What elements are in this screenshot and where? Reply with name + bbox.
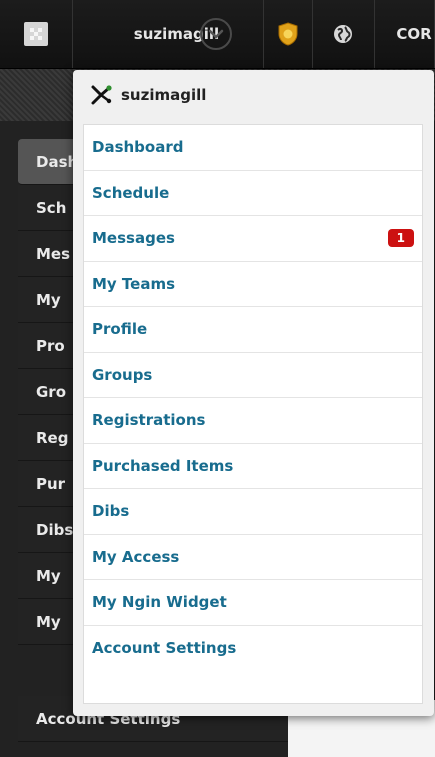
menu-item-label: Registrations — [92, 411, 206, 430]
network-icon — [91, 85, 112, 105]
menu-item-label: Profile — [92, 320, 148, 339]
org-menu-button[interactable]: COR — [374, 0, 435, 68]
menu-item-profile[interactable]: Profile — [84, 307, 422, 353]
logo-button[interactable] — [0, 0, 73, 68]
logo-icon — [24, 22, 48, 46]
menu-item-label: My Teams — [92, 274, 176, 293]
menu-item-label: Purchased Items — [92, 456, 234, 475]
global-network-button[interactable] — [312, 0, 375, 68]
menu-item-label: Dibs — [92, 502, 130, 521]
menu-item-label: Groups — [92, 365, 153, 384]
dropdown-header: suzimagill — [89, 84, 206, 106]
shield-badge-icon — [278, 22, 298, 46]
globe-icon — [334, 25, 352, 43]
menu-item-groups[interactable]: Groups — [84, 353, 422, 398]
menu-item-label: Schedule — [92, 183, 170, 202]
user-dropdown-menu: suzimagill Dashboard Schedule Messages 1… — [73, 70, 434, 716]
menu-item-my-access[interactable]: My Access — [84, 535, 422, 580]
menu-item-schedule[interactable]: Schedule — [84, 171, 422, 216]
menu-item-account-settings[interactable]: Account Settings — [84, 626, 422, 672]
menu-item-purchased-items[interactable]: Purchased Items — [84, 444, 422, 489]
menu-item-my-ngin-widget[interactable]: My Ngin Widget — [84, 580, 422, 626]
user-menu-toggle[interactable]: suzimagill — [72, 0, 264, 68]
org-label: COR — [396, 25, 432, 43]
menu-item-registrations[interactable]: Registrations — [84, 398, 422, 444]
dropdown-list: Dashboard Schedule Messages 1 My Teams P… — [83, 124, 423, 704]
menu-item-label: Account Settings — [92, 639, 237, 658]
top-navigation-bar: suzimagill COR — [0, 0, 435, 69]
menu-item-messages[interactable]: Messages 1 — [84, 216, 422, 262]
menu-item-dibs[interactable]: Dibs — [84, 489, 422, 535]
dropdown-username: suzimagill — [121, 86, 207, 104]
menu-item-my-teams[interactable]: My Teams — [84, 262, 422, 307]
menu-item-label: My Access — [92, 547, 180, 566]
unread-count-badge: 1 — [387, 229, 414, 248]
menu-item-label: Dashboard — [92, 138, 184, 157]
achievements-button[interactable] — [264, 0, 313, 68]
menu-item-label: Messages — [92, 229, 175, 248]
menu-item-label: My Ngin Widget — [92, 593, 227, 612]
chevron-down-icon — [200, 18, 232, 50]
menu-item-dashboard[interactable]: Dashboard — [84, 125, 422, 171]
